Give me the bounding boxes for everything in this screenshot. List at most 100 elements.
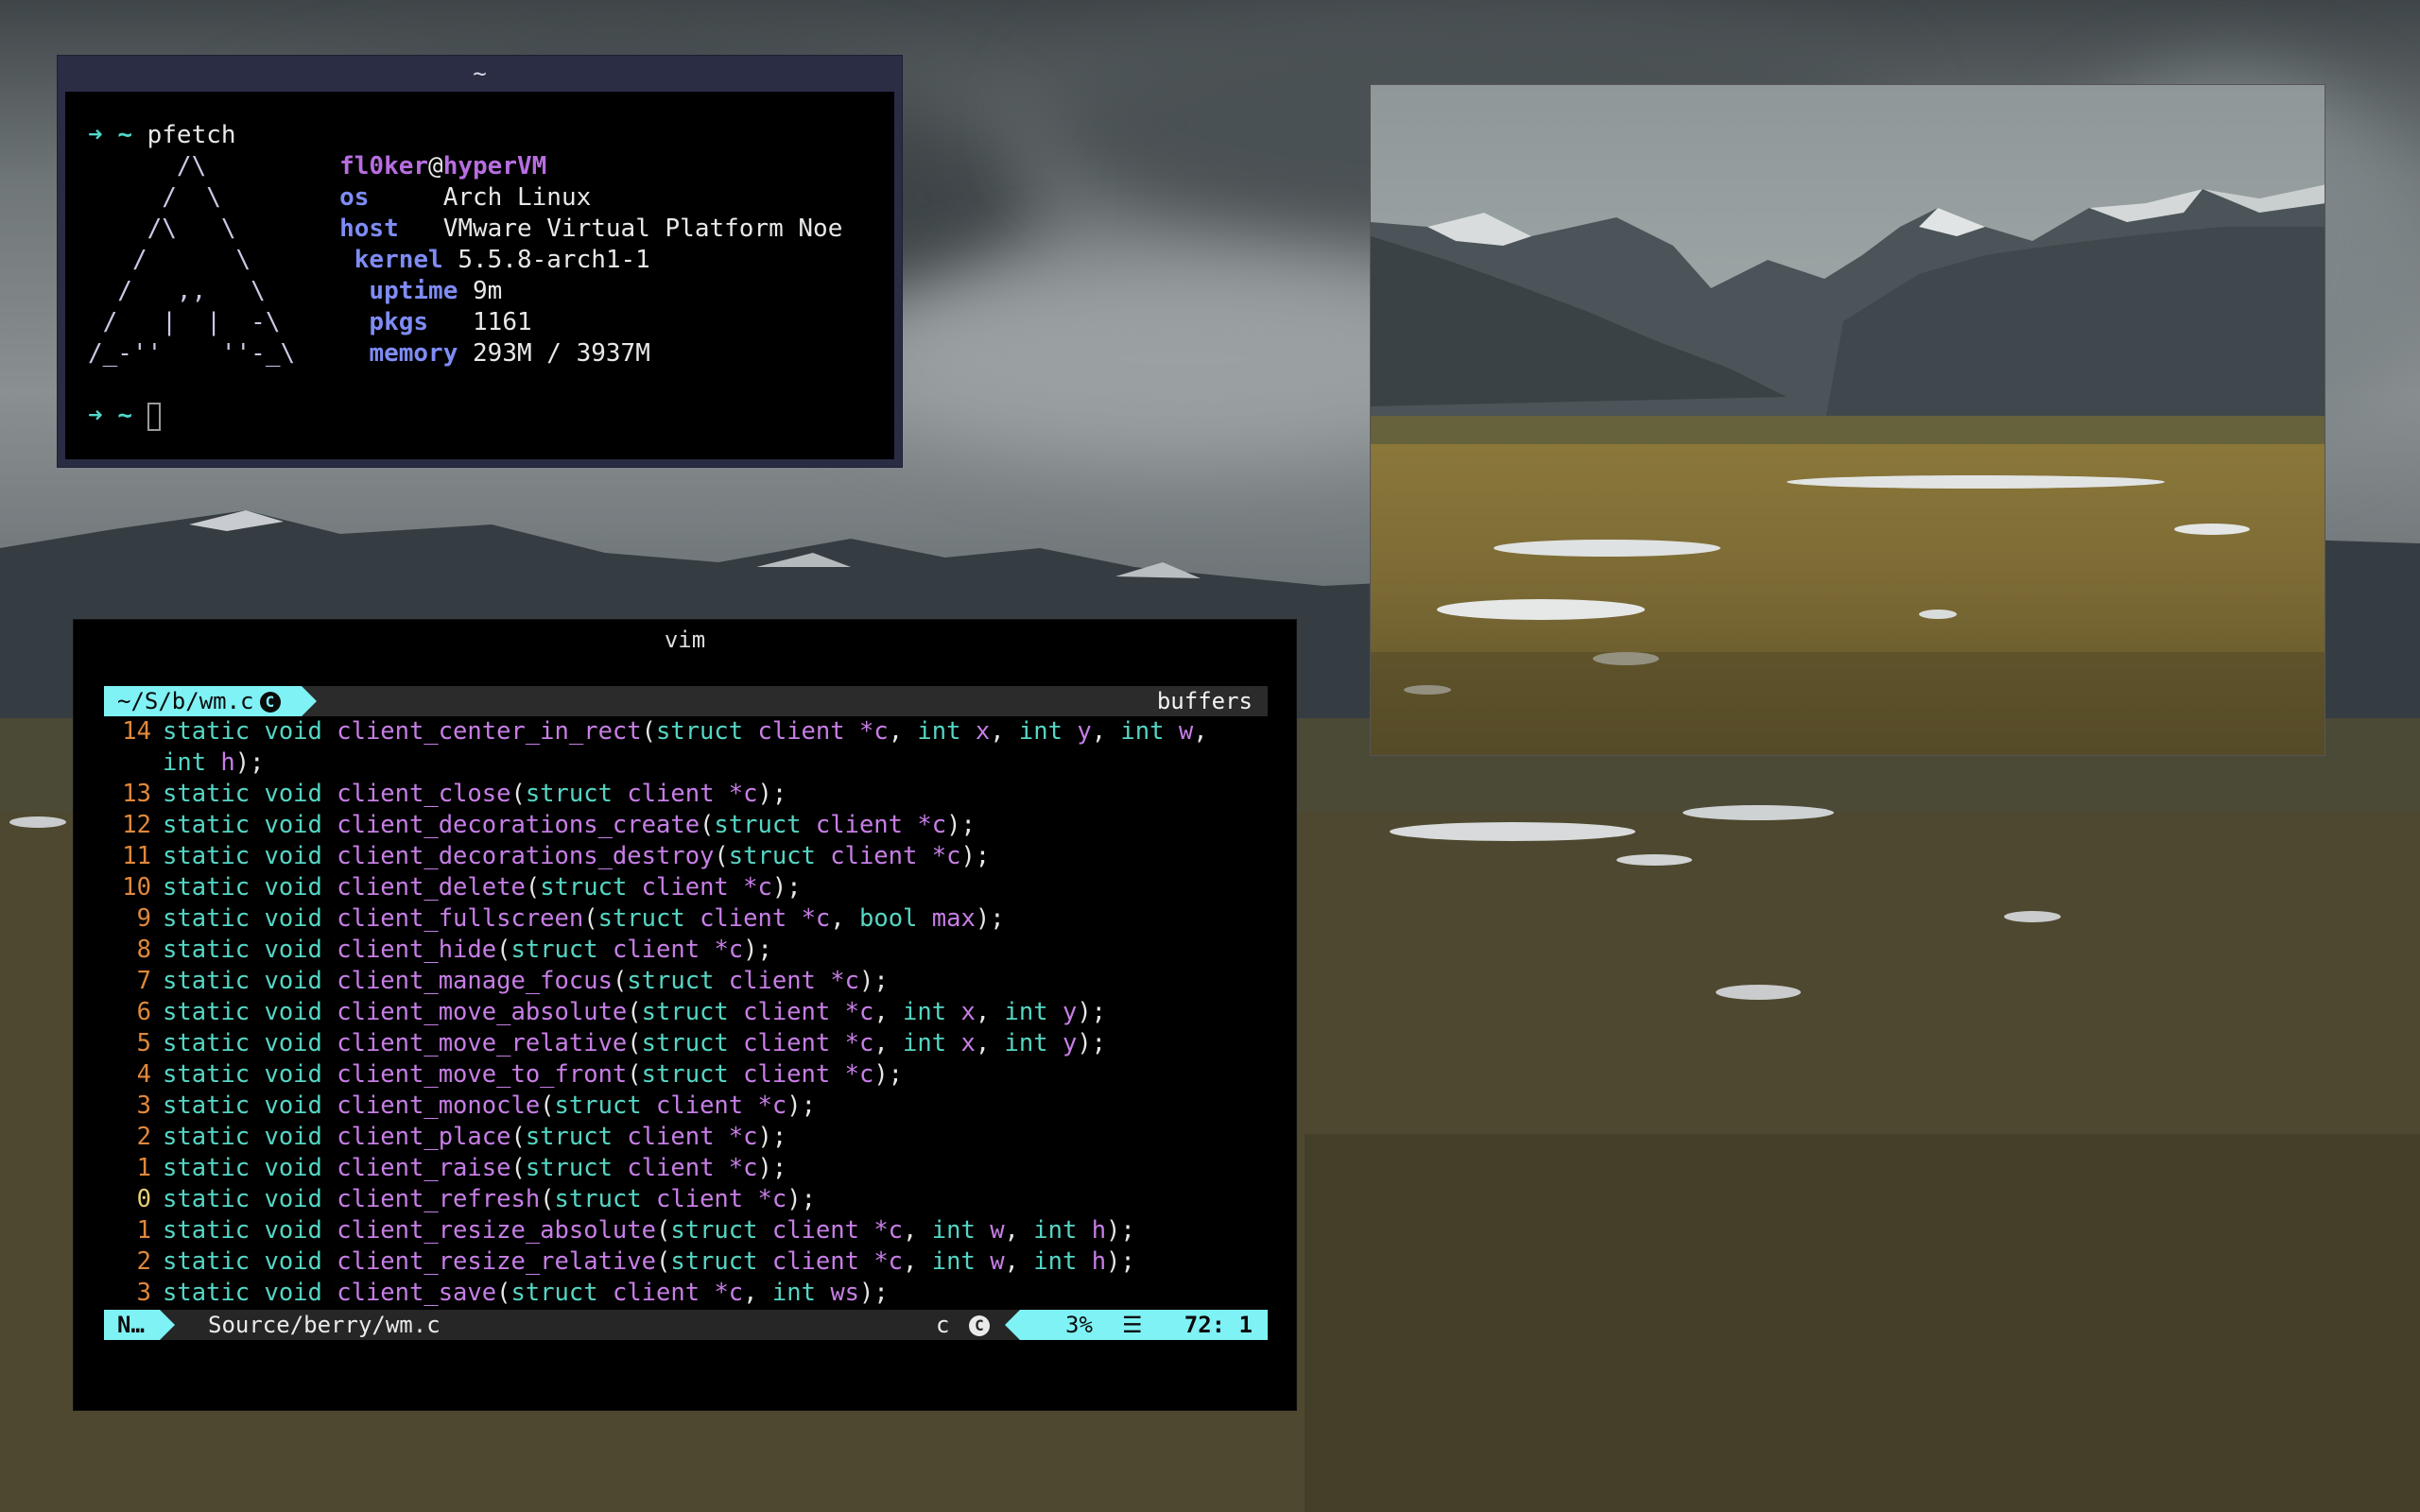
code-args: (struct client *c); [540,1185,816,1213]
function-name: client_resize_relative [337,1247,656,1276]
code-args: (struct client *c); [540,1091,816,1120]
prompt-directory: ~ [117,121,132,149]
function-name: client_resize_absolute [337,1216,656,1245]
line-number: 0 [136,1185,151,1213]
tab-current-file[interactable]: ~/S/b/wm.c C [104,686,316,716]
line-number: 1 [136,1154,151,1182]
code-line[interactable]: 6 static void client_move_absolute(struct… [104,997,1268,1028]
scroll-percent: 3% [1065,1312,1093,1338]
code-args: (struct client *c); [627,1060,904,1089]
line-number: 2 [136,1123,151,1151]
window-title[interactable]: vim [74,620,1296,660]
status-file-path: Source/berry/wm.c [208,1312,441,1338]
code-keyword: static void [163,967,337,995]
prompt-arrow-icon: ➜ [88,121,103,149]
code-keyword: static void [163,1091,337,1120]
function-name: client_move_absolute [337,998,628,1026]
code-keyword: static void [163,1060,337,1089]
line-number: 6 [136,998,151,1026]
status-position-block: 3% ☰ 72: 1 [1005,1310,1268,1340]
arch-logo-line: / ,, \ [88,277,266,305]
code-line[interactable]: 2 static void client_resize_relative(stru… [104,1246,1268,1278]
code-args: (struct client *c); [510,1123,787,1151]
arch-logo-line: / \ [88,183,221,212]
code-args: (struct client *c, int x, int y); [627,998,1107,1026]
arch-logo-line: /\ \ [88,215,236,243]
info-label: memory [369,339,458,368]
code-keyword: static void [163,1123,337,1151]
code-line[interactable]: 3 static void client_monocle(struct clien… [104,1091,1268,1122]
code-args: (struct client *c); [612,967,889,995]
line-number: 14 [122,717,151,746]
landscape-photo [1371,85,2325,755]
code-keyword: static void [163,1029,337,1057]
vim-statusline: N… Source/berry/wm.c c C 3% ☰ 72: 1 [104,1310,1268,1340]
line-number: 8 [136,936,151,964]
code-line[interactable]: 12 static void client_decorations_create(… [104,810,1268,841]
c-language-icon: C [968,1315,990,1336]
code-args: (struct client *c, bool max); [583,904,1005,933]
code-keyword: static void [163,1247,337,1276]
code-keyword: static void [163,780,337,808]
buffers-label[interactable]: buffers [1157,686,1253,716]
filetype-text: c [936,1312,950,1338]
terminal-cursor[interactable] [147,402,161,431]
code-keyword: static void [163,842,337,870]
image-viewer-window[interactable] [1370,84,2325,756]
code-line[interactable]: 3 static void client_save(struct client *… [104,1278,1268,1309]
line-number: 13 [122,780,151,808]
terminal-window-vim[interactable]: vim ~/S/b/wm.c C buffers 14 static void cl… [73,619,1297,1411]
function-name: client_decorations_destroy [337,842,715,870]
code-line[interactable]: 9 static void client_fullscreen(struct cl… [104,903,1268,935]
code-args: int h); [163,748,265,777]
function-name: client_center_in_rect [337,717,642,746]
code-line[interactable]: 7 static void client_manage_focus(struct … [104,966,1268,997]
cursor-position: 72: 1 [1184,1312,1253,1338]
line-number: 1 [136,1216,151,1245]
terminal-window-pfetch[interactable]: ~ ➜ ~ pfetch /\ fl0ker@hyperVM / \ os Ar… [57,55,903,468]
info-label: pkgs [369,308,429,336]
code-line[interactable]: int h); [104,747,1268,779]
code-line[interactable]: 14 static void client_center_in_rect(stru… [104,716,1268,747]
code-keyword: static void [163,998,337,1026]
code-args: (struct client *c, int x, int y, int w, [641,717,1208,746]
code-line[interactable]: 4 static void client_move_to_front(struct… [104,1059,1268,1091]
code-args: (struct client *c, int w, int h); [656,1216,1135,1245]
code-args: (struct client *c); [496,936,772,964]
code-line[interactable]: 11 static void client_decorations_destroy… [104,841,1268,872]
code-line[interactable]: 2 static void client_place(struct client … [104,1122,1268,1153]
line-number: 11 [122,842,151,870]
function-name: client_move_to_front [337,1060,628,1089]
code-args: (struct client *c); [714,842,991,870]
window-title[interactable]: ~ [58,56,902,92]
code-line[interactable]: 5 static void client_move_relative(struct… [104,1028,1268,1059]
code-keyword: static void [163,873,337,902]
code-line[interactable]: 0 static void client_refresh(struct clien… [104,1184,1268,1215]
code-keyword: static void [163,904,337,933]
prompt-directory: ~ [117,402,132,430]
terminal-body[interactable]: ➜ ~ pfetch /\ fl0ker@hyperVM / \ os Arch… [65,92,894,459]
info-label: host [339,215,399,243]
code-line[interactable]: 13 static void client_close(struct client… [104,779,1268,810]
code-line[interactable]: 1 static void client_resize_absolute(stru… [104,1215,1268,1246]
code-keyword: static void [163,811,337,839]
arch-logo-line: / | | -\ [88,308,281,336]
at-sign: @ [428,152,443,180]
function-name: client_fullscreen [337,904,584,933]
code-args: (struct client *c); [510,1154,787,1182]
function-name: client_manage_focus [337,967,613,995]
info-value: VMware Virtual Platform Noe [442,215,843,243]
code-line[interactable]: 8 static void client_hide(struct client *… [104,935,1268,966]
line-number: 4 [136,1060,151,1089]
code-args: (struct client *c); [700,811,976,839]
info-value: Arch Linux [442,183,592,212]
status-filetype: c C [936,1310,990,1340]
info-label: kernel [354,246,443,274]
code-keyword: static void [163,1185,337,1213]
code-line[interactable]: 1 static void client_raise(struct client … [104,1153,1268,1184]
code-line[interactable]: 10 static void client_delete(struct clien… [104,872,1268,903]
function-name: client_save [337,1279,497,1307]
function-name: client_place [337,1123,511,1151]
lines-icon: ☰ [1122,1312,1143,1338]
code-editor[interactable]: 14 static void client_center_in_rect(stru… [104,716,1268,1309]
